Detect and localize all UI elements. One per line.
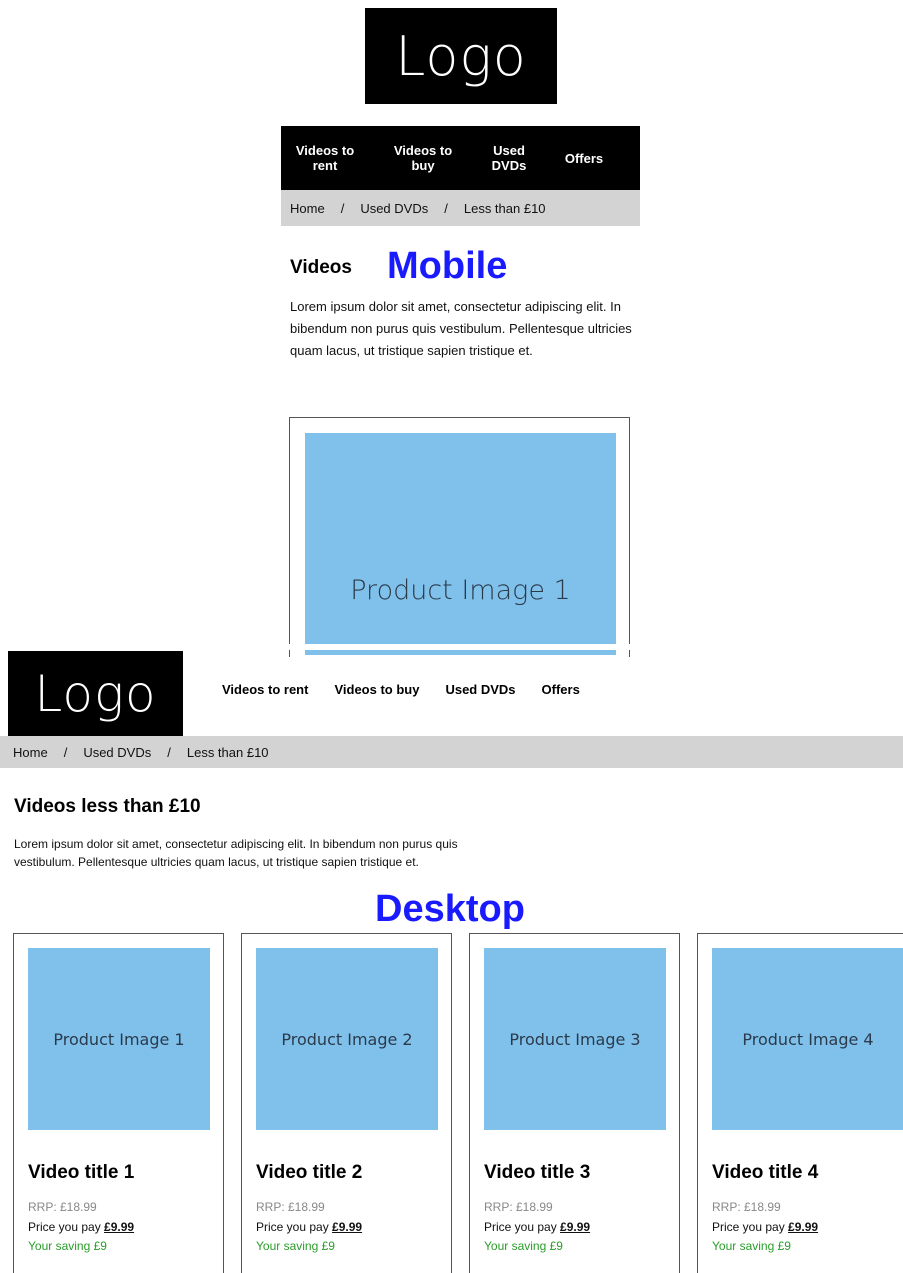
- mobile-logo[interactable]: Logo: [365, 8, 557, 104]
- price-label: Price you pay: [28, 1220, 105, 1234]
- mobile-product-image[interactable]: [305, 433, 616, 655]
- breadcrumb-separator: /: [444, 200, 448, 216]
- product-card[interactable]: Product Image 1 Video title 1 RRP: £18.9…: [13, 933, 224, 1273]
- nav-item-offers[interactable]: Offers: [542, 682, 580, 697]
- mobile-breadcrumb: Home / Used DVDs / Less than £10: [281, 190, 640, 226]
- price-label: Price you pay: [712, 1220, 789, 1234]
- product-card[interactable]: Product Image 4 Video title 4 RRP: £18.9…: [697, 933, 903, 1273]
- mobile-product-image-label: Product Image 1: [350, 575, 571, 606]
- product-title[interactable]: Video title 1: [28, 1162, 134, 1184]
- nav-item-videos-to-buy[interactable]: Videos to buy: [334, 682, 419, 697]
- mobile-page-title: Videos: [290, 257, 352, 278]
- product-image[interactable]: Product Image 2: [256, 948, 438, 1130]
- breadcrumb-used-dvds[interactable]: Used DVDs: [360, 201, 428, 216]
- mobile-nav-bar: Videos to rent Videos to buy Used DVDs O…: [281, 126, 640, 190]
- nav-item-videos-to-rent[interactable]: Videos to rent: [222, 682, 308, 697]
- breadcrumb-separator: /: [63, 744, 68, 760]
- product-title[interactable]: Video title 3: [484, 1162, 590, 1184]
- breadcrumb-less-than-10[interactable]: Less than £10: [187, 745, 269, 760]
- desktop-logo[interactable]: Logo: [8, 651, 183, 736]
- price-label: Price you pay: [484, 1220, 561, 1234]
- nav-item-offers[interactable]: Offers: [554, 151, 614, 166]
- nav-item-videos-to-buy[interactable]: Videos to buy: [385, 143, 461, 173]
- desktop-breadcrumb: Home / Used DVDs / Less than £10: [0, 736, 903, 768]
- product-price: Price you pay £9.99: [28, 1220, 134, 1234]
- desktop-nav-bar: Videos to rent Videos to buy Used DVDs O…: [222, 682, 580, 697]
- product-price: Price you pay £9.99: [712, 1220, 818, 1234]
- price-value: £9.99: [104, 1220, 135, 1234]
- price-value: £9.99: [560, 1220, 591, 1234]
- breadcrumb-separator: /: [340, 200, 345, 216]
- product-title[interactable]: Video title 4: [712, 1162, 818, 1184]
- breadcrumb-home[interactable]: Home: [13, 745, 48, 760]
- section-divider: [0, 644, 903, 650]
- nav-item-videos-to-rent[interactable]: Videos to rent: [290, 143, 360, 173]
- product-saving: Your saving £9: [484, 1239, 563, 1253]
- product-rrp: RRP: £18.99: [28, 1200, 97, 1214]
- price-value: £9.99: [788, 1220, 819, 1234]
- product-rrp: RRP: £18.99: [712, 1200, 781, 1214]
- mobile-annotation-label: Mobile: [387, 245, 508, 287]
- product-rrp: RRP: £18.99: [256, 1200, 325, 1214]
- product-title[interactable]: Video title 2: [256, 1162, 362, 1184]
- mobile-description: Lorem ipsum dolor sit amet, consectetur …: [290, 299, 632, 358]
- product-image[interactable]: Product Image 4: [712, 948, 903, 1130]
- product-card[interactable]: Product Image 2 Video title 2 RRP: £18.9…: [241, 933, 452, 1273]
- price-value: £9.99: [332, 1220, 363, 1234]
- breadcrumb-separator: /: [167, 744, 171, 760]
- desktop-annotation-label: Desktop: [375, 888, 525, 930]
- desktop-description: Lorem ipsum dolor sit amet, consectetur …: [14, 837, 458, 869]
- product-saving: Your saving £9: [28, 1239, 107, 1253]
- product-saving: Your saving £9: [712, 1239, 791, 1253]
- nav-item-used-dvds[interactable]: Used DVDs: [484, 143, 534, 173]
- product-price: Price you pay £9.99: [256, 1220, 362, 1234]
- breadcrumb-less-than-10[interactable]: Less than £10: [464, 201, 546, 216]
- product-image[interactable]: Product Image 1: [28, 948, 210, 1130]
- breadcrumb-used-dvds[interactable]: Used DVDs: [83, 745, 151, 760]
- product-image[interactable]: Product Image 3: [484, 948, 666, 1130]
- product-price: Price you pay £9.99: [484, 1220, 590, 1234]
- nav-item-used-dvds[interactable]: Used DVDs: [445, 682, 515, 697]
- product-rrp: RRP: £18.99: [484, 1200, 553, 1214]
- product-saving: Your saving £9: [256, 1239, 335, 1253]
- desktop-page-title: Videos less than £10: [14, 796, 201, 817]
- breadcrumb-home[interactable]: Home: [290, 201, 325, 216]
- price-label: Price you pay: [256, 1220, 333, 1234]
- product-card[interactable]: Product Image 3 Video title 3 RRP: £18.9…: [469, 933, 680, 1273]
